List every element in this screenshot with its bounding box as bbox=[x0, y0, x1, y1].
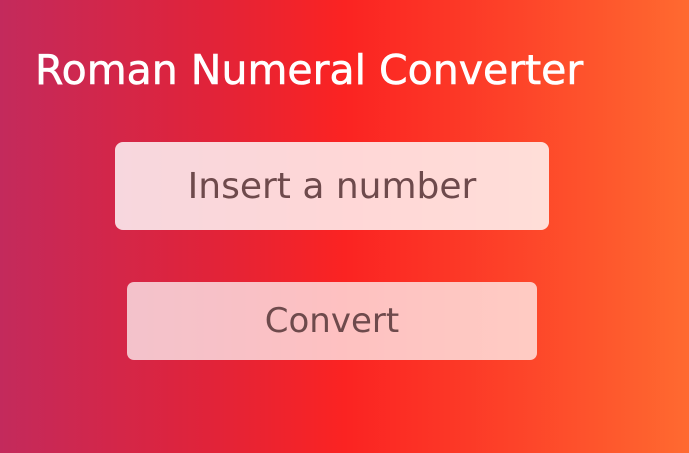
page-title: Roman Numeral Converter bbox=[35, 46, 584, 95]
roman-converter-app: Roman Numeral Converter Convert bbox=[0, 0, 689, 453]
number-input[interactable] bbox=[115, 142, 549, 230]
convert-button[interactable]: Convert bbox=[127, 282, 537, 360]
